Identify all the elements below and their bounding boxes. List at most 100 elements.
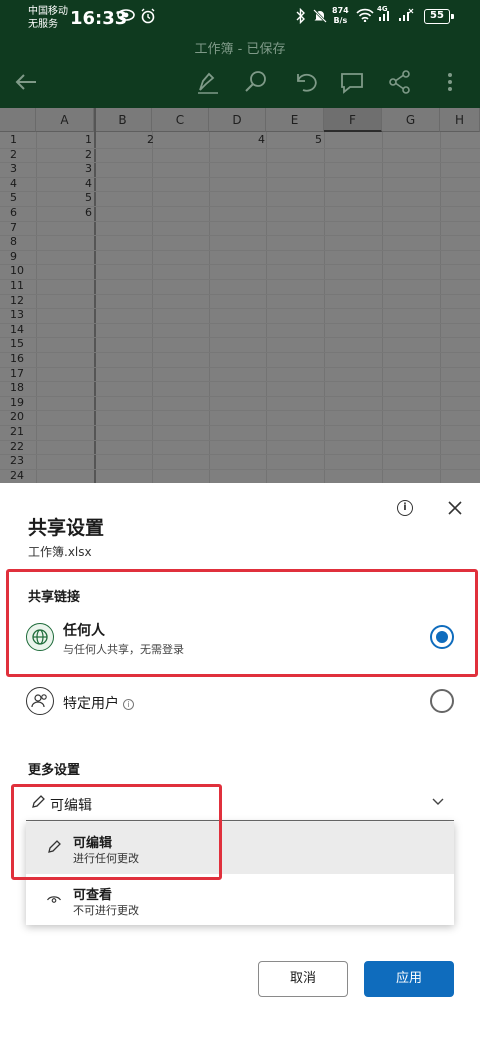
column-header-d[interactable]: D: [209, 108, 266, 132]
menu-item-can-view-title: 可查看: [73, 888, 113, 903]
row-header[interactable]: 2: [0, 148, 36, 163]
grid-line: [0, 264, 480, 266]
grid-line: [0, 176, 480, 178]
row-header[interactable]: 17: [0, 367, 36, 382]
row-header[interactable]: 23: [0, 454, 36, 469]
menu-item-can-view[interactable]: 可查看 不可进行更改: [26, 874, 454, 926]
column-header-h[interactable]: H: [440, 108, 480, 132]
row-header[interactable]: 18: [0, 381, 36, 396]
grid-line: [0, 220, 480, 222]
row-header[interactable]: 9: [0, 250, 36, 265]
cell-b1[interactable]: 2: [96, 133, 154, 148]
mute-bell-icon: [312, 8, 328, 28]
row-header[interactable]: 8: [0, 235, 36, 250]
row-header[interactable]: 3: [0, 162, 36, 177]
specific-users-info-icon[interactable]: i: [123, 698, 134, 710]
frozen-pane-divider: [94, 108, 96, 483]
grid-line: [0, 337, 480, 339]
grid-line: [0, 249, 480, 251]
row-header[interactable]: 20: [0, 410, 36, 425]
close-icon[interactable]: [444, 497, 466, 519]
grid-line: [0, 191, 480, 193]
grid-line: [0, 410, 480, 412]
more-options-icon[interactable]: [436, 68, 464, 96]
signal-icon: [378, 8, 392, 26]
spreadsheet-grid[interactable]: A B C D E F G H 1 2 3 4 5 6 7 8 9 10 11 12 13 14 15 16 1…: [0, 108, 480, 483]
draw-pen-icon[interactable]: [194, 68, 222, 96]
column-header-b[interactable]: B: [94, 108, 152, 132]
grid-line: [0, 322, 480, 324]
wifi-icon: [356, 8, 374, 26]
row-header[interactable]: 14: [0, 323, 36, 338]
carrier-status: 无服务: [28, 19, 58, 30]
grid-line: [0, 147, 480, 149]
grid-line: [0, 395, 480, 397]
more-settings-heading: 更多设置: [28, 763, 81, 778]
row-header[interactable]: 6: [0, 206, 36, 221]
search-icon[interactable]: [242, 68, 270, 96]
undo-icon[interactable]: [290, 68, 318, 96]
cancel-button[interactable]: 取消: [258, 961, 348, 997]
grid-line: [0, 454, 480, 456]
row-header[interactable]: 24: [0, 469, 36, 483]
row-header[interactable]: 1: [0, 133, 36, 148]
grid-line: [0, 352, 480, 353]
row-header[interactable]: 21: [0, 425, 36, 440]
grid-line: [0, 439, 480, 441]
apply-button[interactable]: 应用: [364, 961, 454, 997]
menu-item-can-view-description: 不可进行更改: [73, 904, 139, 917]
row-header[interactable]: 13: [0, 308, 36, 323]
column-header-c[interactable]: C: [152, 108, 209, 132]
row-header[interactable]: 4: [0, 177, 36, 192]
eye-comfort-icon: [117, 8, 135, 26]
row-header[interactable]: 10: [0, 264, 36, 279]
grid-line: [0, 381, 480, 383]
share-settings-panel: i 共享设置 工作簿.xlsx 共享链接 任何人 与任何人共享，无需登录 特定用…: [0, 483, 480, 1040]
column-header-e[interactable]: E: [266, 108, 324, 132]
grid-line: [0, 206, 480, 207]
row-header[interactable]: 12: [0, 294, 36, 309]
cell-d1[interactable]: 4: [209, 133, 265, 148]
app-header: 工作簿 - 已保存: [0, 34, 480, 108]
radio-specific-users[interactable]: [430, 689, 454, 713]
cell-a3[interactable]: 3: [36, 162, 92, 177]
cell-a5[interactable]: 5: [36, 191, 92, 206]
no-signal-icon: [398, 8, 414, 26]
cell-a6[interactable]: 6: [36, 206, 92, 221]
net-speed-unit: B/s: [333, 16, 348, 25]
column-header-g[interactable]: G: [382, 108, 440, 132]
cell-a4[interactable]: 4: [36, 177, 92, 192]
cell-e1[interactable]: 5: [266, 133, 322, 148]
grid-line: [0, 308, 480, 310]
row-header[interactable]: 22: [0, 440, 36, 455]
cell-a1[interactable]: 1: [36, 133, 92, 148]
carrier-name: 中国移动: [28, 6, 68, 17]
grid-line: [0, 468, 480, 470]
row-header[interactable]: 11: [0, 279, 36, 294]
column-header-f[interactable]: F: [324, 108, 382, 132]
grid-line: [0, 279, 480, 280]
row-header[interactable]: 15: [0, 337, 36, 352]
grid-line: [0, 366, 480, 368]
back-arrow-icon[interactable]: [12, 68, 40, 96]
select-all-corner[interactable]: [0, 108, 36, 132]
info-icon[interactable]: i: [397, 500, 413, 516]
row-header[interactable]: 5: [0, 191, 36, 206]
document-title: 工作簿 - 已保存: [194, 42, 286, 57]
file-name: 工作簿.xlsx: [28, 545, 92, 559]
comment-icon[interactable]: [338, 68, 366, 96]
highlight-box-permission: [11, 784, 222, 880]
row-header[interactable]: 16: [0, 352, 36, 367]
alarm-icon: [140, 8, 156, 28]
row-header[interactable]: 7: [0, 221, 36, 236]
row-header[interactable]: 19: [0, 396, 36, 411]
carrier-info: 中国移动 无服务: [28, 5, 68, 31]
eye-icon: [46, 896, 62, 903]
cell-a2[interactable]: 2: [36, 148, 92, 163]
column-header-a[interactable]: A: [36, 108, 94, 132]
option-specific-users[interactable]: 特定用户 i: [26, 679, 456, 727]
people-icon: [26, 687, 54, 715]
grid-line: [0, 425, 480, 426]
share-icon[interactable]: [386, 68, 414, 96]
status-bar: 中国移动 无服务 16:33 874 B/s 4G 55: [0, 0, 480, 34]
